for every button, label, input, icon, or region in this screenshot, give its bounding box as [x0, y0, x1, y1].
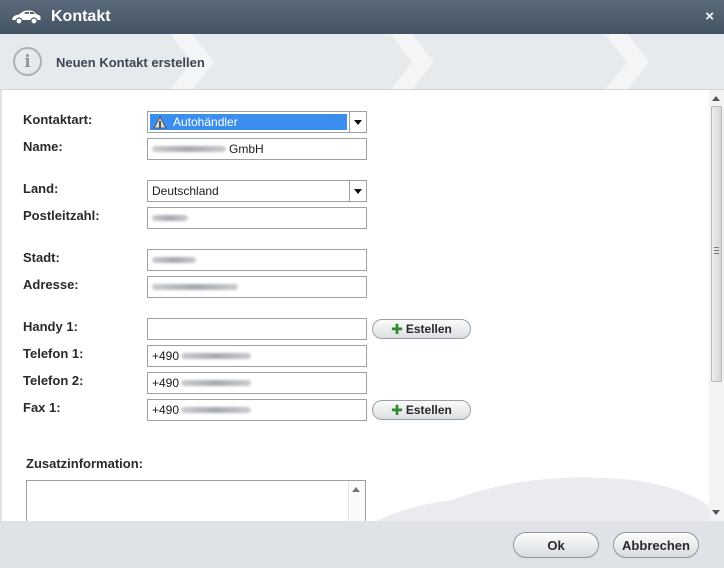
redacted-text — [181, 353, 252, 359]
title-bar: Kontakt × — [0, 0, 724, 34]
plus-icon: ✚ — [391, 401, 403, 418]
land-label: Land: — [23, 181, 59, 196]
step-title: Neuen Kontakt erstellen — [56, 55, 205, 70]
dealer-icon — [153, 115, 167, 128]
land-value: Deutschland — [152, 184, 219, 198]
close-icon[interactable]: × — [705, 8, 714, 25]
zusatz-textarea[interactable] — [26, 480, 366, 521]
plus-icon: ✚ — [391, 320, 403, 337]
stadt-label: Stadt: — [23, 250, 60, 265]
land-select[interactable]: Deutschland — [147, 180, 367, 202]
handy1-label: Handy 1: — [23, 319, 78, 334]
plz-field[interactable] — [147, 207, 367, 229]
name-label: Name: — [23, 139, 63, 154]
redacted-text — [152, 257, 196, 263]
kontaktart-select[interactable]: Autohändler — [147, 111, 367, 133]
scroll-thumb[interactable] — [711, 106, 722, 382]
redacted-text — [152, 215, 188, 221]
fax1-create-button[interactable]: ✚ Estellen — [372, 400, 471, 420]
step-chevron — [390, 34, 434, 89]
name-value: GmbH — [229, 142, 264, 156]
scroll-up-icon[interactable] — [352, 487, 360, 492]
button-label: Estellen — [405, 322, 452, 336]
telefon1-value: +490 — [152, 349, 180, 363]
cancel-button[interactable]: Abbrechen — [613, 532, 699, 558]
car-icon — [12, 10, 41, 25]
window-title: Kontakt — [51, 8, 111, 25]
plz-label: Postleitzahl: — [23, 208, 100, 223]
grip-line — [714, 247, 719, 248]
info-icon: i — [13, 47, 42, 76]
telefon1-field[interactable]: +490 — [147, 345, 367, 367]
redacted-text — [152, 284, 238, 290]
step-chevron — [605, 34, 649, 89]
adresse-field[interactable] — [147, 276, 367, 298]
vertical-scrollbar[interactable] — [709, 90, 724, 521]
telefon2-field[interactable]: +490 — [147, 372, 367, 394]
fax1-value: +490 — [152, 403, 180, 417]
name-field[interactable]: GmbH — [147, 138, 367, 160]
telefon1-label: Telefon 1: — [23, 346, 84, 361]
ok-button[interactable]: Ok — [513, 532, 599, 558]
scroll-down-icon[interactable] — [712, 510, 720, 515]
fax1-label: Fax 1: — [23, 400, 61, 415]
handy1-create-button[interactable]: ✚ Estellen — [372, 319, 471, 339]
redacted-text — [181, 407, 252, 413]
adresse-label: Adresse: — [23, 277, 79, 292]
grip-line — [714, 253, 719, 254]
chevron-down-icon[interactable] — [349, 112, 366, 132]
grip-line — [714, 250, 719, 251]
telefon2-label: Telefon 2: — [23, 373, 84, 388]
button-label: Estellen — [405, 403, 452, 417]
form-panel: Kontaktart: Autohändler Name: GmbH Land:… — [2, 90, 709, 521]
chevron-down-icon[interactable] — [349, 181, 366, 201]
kontaktart-label: Kontaktart: — [23, 112, 93, 127]
scroll-up-icon[interactable] — [712, 96, 720, 101]
fax1-field[interactable]: +490 — [147, 399, 367, 421]
dialog-footer: Ok Abbrechen — [0, 521, 724, 568]
stadt-field[interactable] — [147, 249, 367, 271]
redacted-text — [181, 380, 252, 386]
background-car-watermark — [377, 477, 709, 521]
step-bar: i Neuen Kontakt erstellen — [0, 34, 724, 90]
zusatz-label: Zusatzinformation: — [26, 456, 143, 471]
redacted-text — [152, 146, 226, 152]
kontaktart-value: Autohändler — [173, 115, 238, 129]
telefon2-value: +490 — [152, 376, 180, 390]
handy1-field[interactable] — [147, 318, 367, 340]
